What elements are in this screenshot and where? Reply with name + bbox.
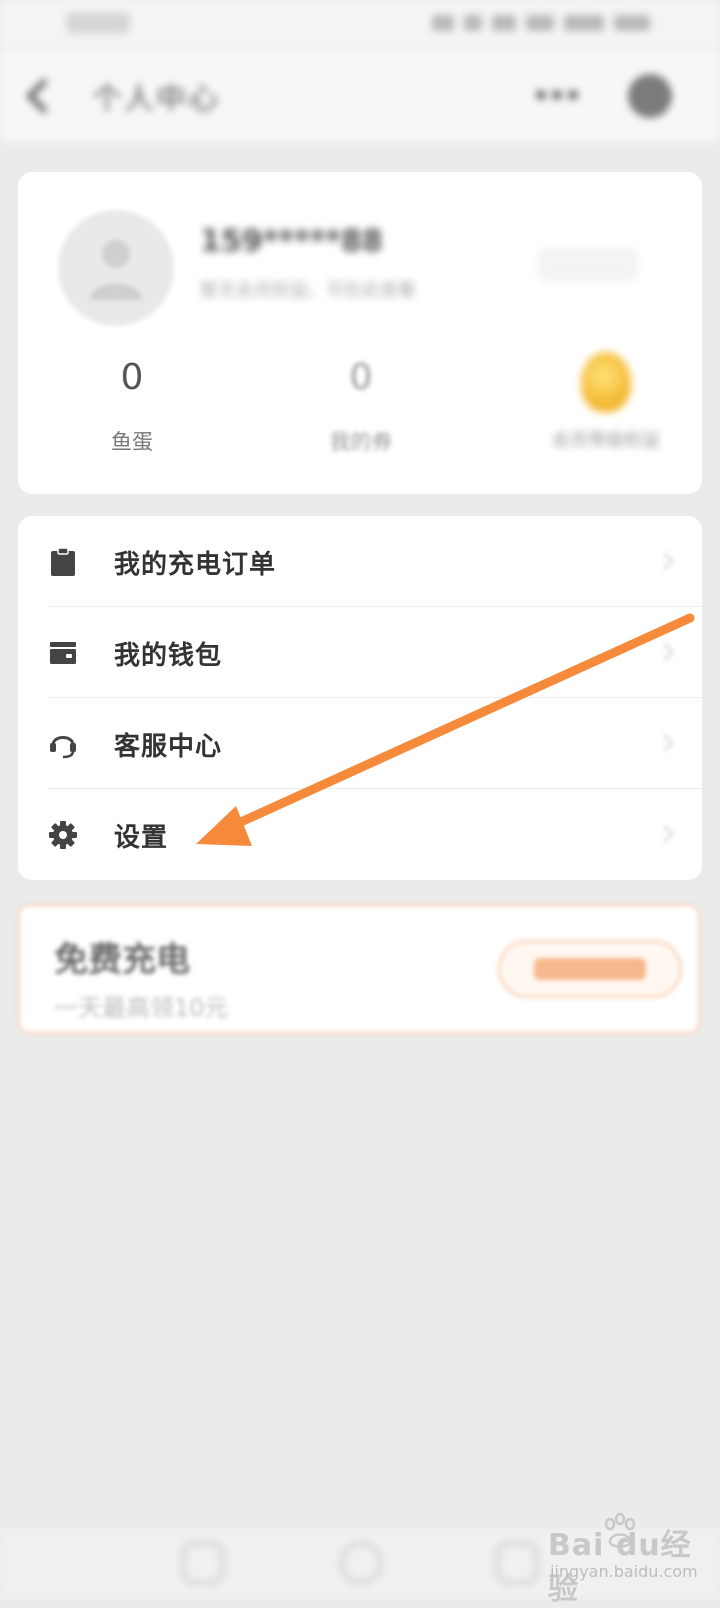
menu-item-label: 设置 — [114, 823, 169, 853]
status-time — [66, 12, 130, 34]
free-charging-promo[interactable]: 免费充电 一天最高领10元 — [18, 904, 700, 1034]
menu-item-customer-service[interactable]: 客服中心 — [18, 698, 702, 789]
nav-scan-icon[interactable] — [340, 1542, 382, 1584]
menu-item-charging-orders[interactable]: 我的充电订单 — [18, 516, 702, 607]
stat-membership[interactable]: 会员等级权益 — [506, 352, 706, 452]
page-title: 个人中心 — [92, 82, 220, 117]
user-description: 暂无会员权益，可在此查看 — [200, 280, 416, 301]
stat-coupons[interactable]: 0 我的券 — [261, 360, 461, 456]
headset-icon — [50, 736, 76, 759]
promo-subtitle: 一天最高领10元 — [54, 994, 229, 1022]
clipboard-icon — [51, 547, 75, 576]
gear-icon — [49, 821, 77, 849]
stat-value: 0 — [120, 357, 144, 398]
app-header: 个人中心 — [0, 50, 720, 142]
more-options-icon[interactable] — [534, 84, 580, 106]
stat-label: 我的券 — [329, 430, 393, 454]
watermark-url: jingyan.baidu.com — [550, 1562, 698, 1581]
egg-icon — [581, 352, 631, 412]
baidu-jingyan-watermark: Bai du经验 jingyan.baidu.com — [548, 1512, 708, 1607]
back-arrow-icon[interactable] — [22, 78, 54, 114]
menu-card: 我的充电订单 我的钱包 客服中心 设置 — [18, 516, 702, 880]
status-bar — [0, 0, 720, 50]
stat-value: 0 — [349, 357, 373, 398]
chevron-right-icon — [662, 642, 675, 662]
profile-badge — [538, 248, 638, 282]
menu-item-label: 我的充电订单 — [114, 550, 277, 580]
user-name: 159*****88 — [200, 224, 383, 259]
nav-home-icon[interactable] — [182, 1542, 224, 1584]
status-icons — [400, 12, 650, 34]
menu-item-label: 客服中心 — [114, 732, 223, 762]
menu-item-settings[interactable]: 设置 — [18, 789, 702, 880]
chevron-right-icon — [662, 824, 675, 844]
wallet-icon — [50, 642, 76, 664]
avatar[interactable] — [58, 210, 174, 326]
profile-card: 159*****88 暂无会员权益，可在此查看 0 鱼蛋 0 我的券 会员等级权… — [18, 172, 702, 494]
stat-fish-eggs[interactable]: 0 鱼蛋 — [32, 360, 232, 456]
nav-profile-icon[interactable] — [496, 1542, 538, 1584]
stat-label: 鱼蛋 — [111, 430, 153, 454]
stat-label: 会员等级权益 — [552, 430, 660, 451]
scan-icon[interactable] — [628, 74, 672, 118]
promo-claim-button[interactable] — [498, 940, 682, 998]
promo-title: 免费充电 — [54, 940, 190, 980]
chevron-right-icon — [662, 733, 675, 753]
chevron-right-icon — [662, 551, 675, 571]
user-silhouette-icon — [90, 240, 142, 300]
menu-item-label: 我的钱包 — [114, 641, 223, 671]
menu-item-wallet[interactable]: 我的钱包 — [18, 607, 702, 698]
